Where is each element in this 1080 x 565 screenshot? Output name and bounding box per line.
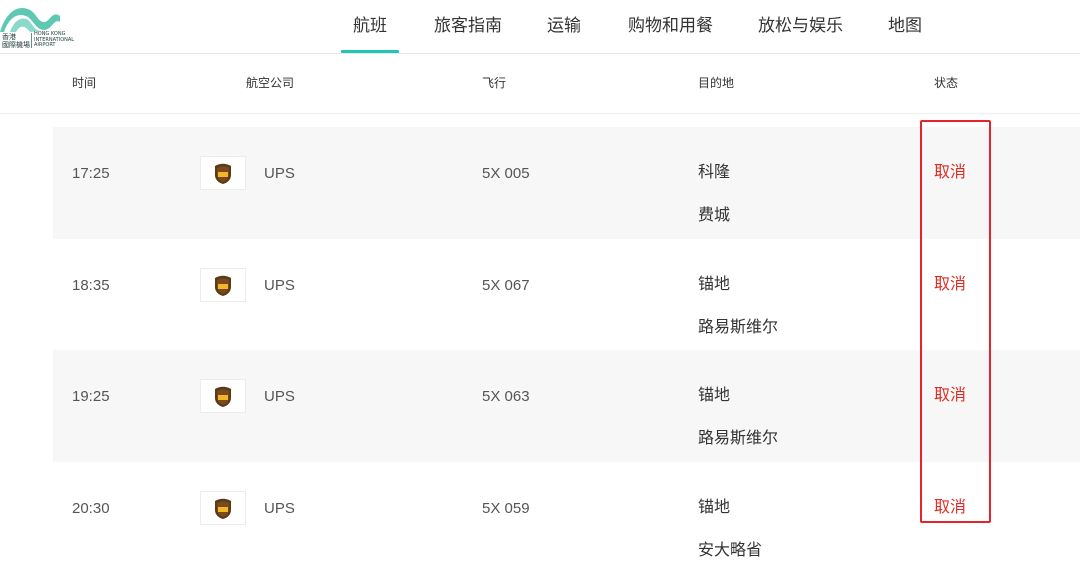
airline-logo bbox=[200, 379, 246, 413]
flight-table-body: 17:25 UPS 5X 005 科隆 费城 取消 18:35 UPS 5X 0… bbox=[53, 114, 1080, 565]
flight-time: 18:35 bbox=[72, 277, 110, 294]
destination-secondary: 安大略省 bbox=[698, 542, 763, 559]
site-header: 香港 國際機場 HONG KONG INTERNATIONAL AIRPORT … bbox=[0, 0, 1080, 54]
flight-status: 取消 bbox=[934, 276, 967, 293]
destination-primary: 锚地 bbox=[698, 387, 731, 404]
nav-item-relax-entertainment[interactable]: 放松与娱乐 bbox=[758, 15, 843, 37]
nav-item-shopping-dining[interactable]: 购物和用餐 bbox=[628, 15, 713, 37]
nav-active-indicator bbox=[341, 50, 399, 53]
flight-row[interactable]: 19:25 UPS 5X 063 锚地 路易斯维尔 取消 bbox=[53, 350, 1080, 462]
ups-logo-icon bbox=[215, 163, 231, 184]
destination-secondary: 费城 bbox=[698, 207, 731, 224]
flight-status: 取消 bbox=[934, 387, 967, 404]
flight-number[interactable]: 5X 063 bbox=[482, 388, 530, 406]
column-header-time: 时间 bbox=[72, 76, 97, 90]
flight-number[interactable]: 5X 005 bbox=[482, 165, 530, 183]
flight-number[interactable]: 5X 067 bbox=[482, 277, 530, 295]
column-header-airline: 航空公司 bbox=[246, 76, 295, 90]
flight-row[interactable]: 20:30 UPS 5X 059 锚地 安大略省 取消 bbox=[53, 462, 1080, 565]
flight-time: 19:25 bbox=[72, 388, 110, 405]
flight-time: 20:30 bbox=[72, 500, 110, 517]
ups-logo-icon bbox=[215, 275, 231, 296]
airline-logo bbox=[200, 268, 246, 302]
destination-primary: 锚地 bbox=[698, 276, 731, 293]
nav-item-transport[interactable]: 运输 bbox=[547, 15, 581, 37]
column-header-status: 状态 bbox=[934, 76, 959, 90]
flight-number[interactable]: 5X 059 bbox=[482, 500, 530, 518]
destination-secondary: 路易斯维尔 bbox=[698, 430, 779, 447]
airline-logo bbox=[200, 491, 246, 525]
ups-logo-icon bbox=[215, 498, 231, 519]
flight-status: 取消 bbox=[934, 164, 967, 181]
destination-secondary: 路易斯维尔 bbox=[698, 319, 779, 336]
airline-name: UPS bbox=[264, 277, 295, 294]
page: 香港 國際機場 HONG KONG INTERNATIONAL AIRPORT … bbox=[0, 0, 1080, 565]
nav-item-passenger-guide[interactable]: 旅客指南 bbox=[434, 15, 502, 37]
nav-item-flights[interactable]: 航班 bbox=[353, 15, 387, 37]
flight-row[interactable]: 18:35 UPS 5X 067 锚地 路易斯维尔 取消 bbox=[53, 239, 1080, 350]
main-nav: 航班 旅客指南 运输 购物和用餐 放松与娱乐 地图 bbox=[0, 0, 1080, 54]
nav-item-map[interactable]: 地图 bbox=[888, 15, 922, 37]
destination-primary: 锚地 bbox=[698, 499, 731, 516]
column-header-destination: 目的地 bbox=[698, 76, 735, 90]
flight-row[interactable]: 17:25 UPS 5X 005 科隆 费城 取消 bbox=[53, 127, 1080, 239]
flight-time: 17:25 bbox=[72, 165, 110, 182]
airline-name: UPS bbox=[264, 165, 295, 182]
airline-name: UPS bbox=[264, 388, 295, 405]
airline-name: UPS bbox=[264, 500, 295, 517]
ups-logo-icon bbox=[215, 386, 231, 407]
airline-logo bbox=[200, 156, 246, 190]
destination-primary: 科隆 bbox=[698, 164, 731, 181]
column-header-flight: 飞行 bbox=[482, 76, 507, 90]
flight-status: 取消 bbox=[934, 499, 967, 516]
